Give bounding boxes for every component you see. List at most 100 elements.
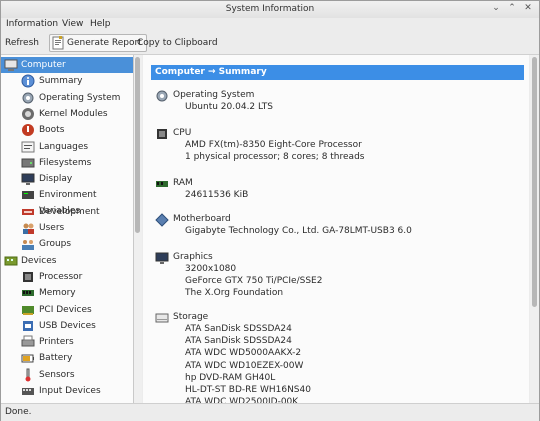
usb-icon [21, 319, 35, 333]
sidebar-item-languages[interactable]: Languages [1, 139, 133, 155]
app-window: System Information ⌄ ⌃ ✕ Information Vie… [0, 0, 540, 421]
sidebar-item-label: Processor [39, 271, 83, 282]
generate-report-button[interactable]: Generate Report [49, 34, 147, 52]
menu-help[interactable]: Help [90, 19, 111, 29]
section-title: Graphics [173, 252, 213, 262]
sidebar-item-label: Kernel Modules [39, 108, 108, 119]
graphics-icon [155, 251, 169, 265]
processor-icon [21, 270, 35, 284]
sidebar-item-memory[interactable]: Memory [1, 285, 133, 301]
sidebar-item-groups[interactable]: Groups [1, 236, 133, 252]
menu-information[interactable]: Information [6, 19, 58, 29]
sensors-icon [21, 368, 35, 382]
section-title: Operating System [173, 90, 255, 100]
sidebar-item-operating-system[interactable]: Operating System [1, 90, 133, 106]
sidebar-item-filesystems[interactable]: Filesystems [1, 155, 133, 171]
menu-view[interactable]: View [62, 19, 83, 29]
sidebar-scroll-thumb[interactable] [135, 57, 140, 233]
sidebar-item-label: Filesystems [39, 157, 92, 168]
sidebar-item-label: Memory [39, 288, 76, 299]
languages-icon [21, 140, 35, 154]
maximize-icon[interactable]: ⌃ [507, 3, 517, 13]
sidebar-item-label: PCI Devices [39, 304, 92, 315]
generate-report-label: Generate Report [67, 38, 142, 48]
minimize-icon[interactable]: ⌄ [491, 3, 501, 13]
battery-icon [21, 351, 35, 365]
sidebar-item-processor[interactable]: Processor [1, 269, 133, 285]
sidebar-item-battery[interactable]: Battery [1, 350, 133, 366]
section-title: Motherboard [173, 214, 231, 224]
status-text: Done. [5, 407, 32, 417]
kernel-icon [21, 107, 35, 121]
sidebar-item-label: Printers [39, 337, 74, 348]
title-bar[interactable]: System Information ⌄ ⌃ ✕ [1, 1, 539, 19]
sidebar-item-boots[interactable]: Boots [1, 122, 133, 138]
section-value: ATA SanDisk SDSSDA24 [185, 336, 292, 347]
sidebar-item-computer[interactable]: Computer [1, 57, 133, 73]
pci-icon [21, 303, 35, 317]
menu-bar: Information View Help [1, 18, 539, 32]
sidebar-item-devices[interactable]: Devices [1, 253, 133, 269]
sidebar-item-label: Groups [39, 239, 72, 250]
toolbar: Refresh Generate Report Copy to Clipboar… [1, 32, 539, 55]
cpu-icon [155, 127, 169, 141]
sidebar-tree: Computer Summary Operating System Kernel Mo… [1, 55, 134, 403]
sidebar-scrollbar[interactable] [134, 55, 142, 403]
sidebar-item-pci-devices[interactable]: PCI Devices [1, 302, 133, 318]
section-value: HL-DT-ST BD-RE WH16NS40 [185, 385, 311, 395]
sidebar-item-kernel-modules[interactable]: Kernel Modules [1, 106, 133, 122]
storage-icon [155, 311, 169, 325]
copy-to-clipboard-button[interactable]: Copy to Clipboard [137, 34, 218, 52]
printer-icon [21, 335, 35, 349]
ram-icon [155, 177, 169, 191]
sidebar-item-label: Devices [21, 255, 57, 266]
input-icon [21, 384, 35, 398]
sidebar-item-label: Users [39, 223, 65, 233]
sidebar-item-sensors[interactable]: Sensors [1, 367, 133, 383]
sidebar-item-users[interactable]: Users [1, 220, 133, 236]
sidebar-item-label: Display [39, 174, 73, 185]
section-value: The X.Org Foundation [185, 288, 284, 299]
window-title: System Information [225, 4, 315, 14]
groups-icon [21, 237, 35, 251]
page-title: Computer → Summary [151, 65, 524, 80]
refresh-button[interactable]: Refresh [5, 34, 39, 52]
sidebar-item-label: Input Devices [39, 386, 101, 396]
sidebar-item-summary[interactable]: Summary [1, 73, 133, 89]
sidebar-item-display[interactable]: Display [1, 171, 133, 187]
section-value: ATA WDC WD5000AAKX-2 [185, 348, 302, 359]
section-value: 24611536 KiB [185, 190, 249, 200]
section-value: Ubuntu 20.04.2 LTS [185, 102, 274, 112]
sidebar-item-label: Battery [39, 353, 73, 364]
sidebar-item-input-devices[interactable]: Input Devices [1, 383, 133, 399]
section-value: ATA SanDisk SDSSDA24 [185, 324, 292, 334]
sidebar-item-label: Boots [39, 125, 65, 136]
computer-icon [4, 58, 18, 72]
devices-icon [4, 254, 18, 268]
motherboard-icon [155, 213, 169, 227]
content-scrollbar[interactable] [530, 55, 539, 403]
content-scroll-thumb[interactable] [532, 57, 537, 307]
env-icon [21, 188, 35, 202]
users-icon [21, 221, 35, 235]
sidebar-item-usb-devices[interactable]: USB Devices [1, 318, 133, 334]
section-value: GeForce GTX 750 Ti/PCIe/SSE2 [185, 276, 323, 287]
section-value: hp DVD-RAM GH40L [185, 372, 276, 383]
sidebar-item-label: Operating System [39, 92, 121, 103]
sidebar-item-environment-variables[interactable]: Environment Variables [1, 187, 133, 216]
development-icon [21, 205, 35, 219]
display-icon [21, 172, 35, 186]
os-icon [155, 89, 169, 103]
sidebar-item-development[interactable]: Development [1, 204, 133, 220]
sidebar-item-label: Development [39, 206, 100, 217]
section-value: 3200x1080 [185, 264, 237, 274]
close-icon[interactable]: ✕ [523, 3, 533, 13]
sidebar-item-printers[interactable]: Printers [1, 334, 133, 350]
summary-icon [21, 74, 35, 88]
section-title: CPU [173, 128, 192, 138]
section-title: Storage [173, 312, 209, 322]
sidebar-item-label: Languages [39, 141, 89, 152]
boots-icon [21, 123, 35, 137]
sidebar-item-label: Sensors [39, 369, 75, 380]
os-icon [21, 91, 35, 105]
